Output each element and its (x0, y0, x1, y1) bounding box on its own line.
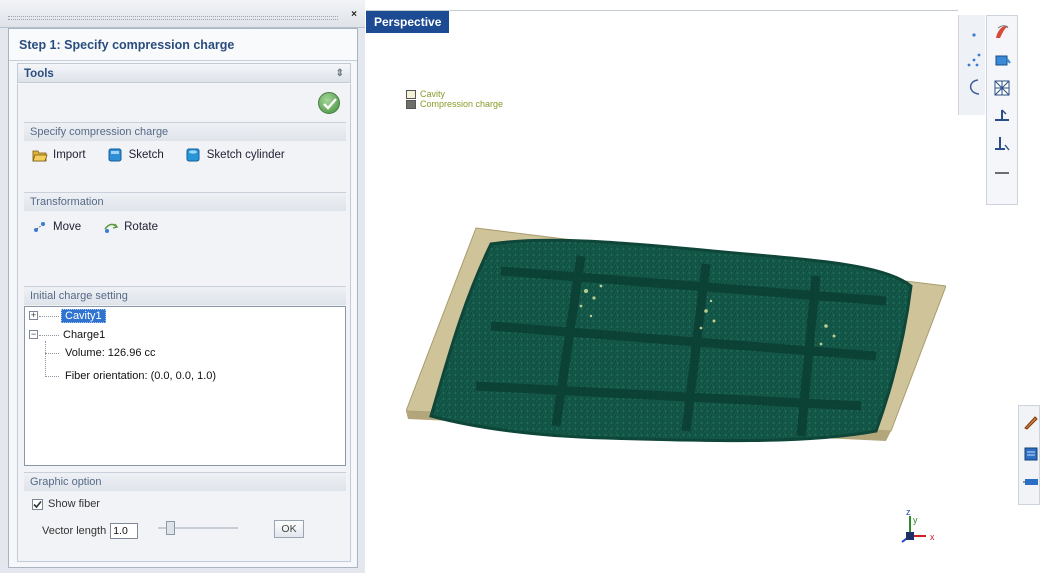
section-specify-header: Specify compression charge (24, 122, 346, 141)
checkmark-icon (323, 98, 337, 110)
rotate-label: Rotate (124, 221, 159, 233)
axis-x-label: x (930, 532, 935, 542)
side-toolbar (1018, 405, 1040, 505)
brush-icon[interactable] (992, 22, 1012, 42)
checkbox-tick-icon (33, 500, 42, 508)
section-graphic-header: Graphic option (24, 472, 346, 491)
section-transformation-header: Transformation (24, 192, 346, 211)
cylinder-icon (186, 148, 202, 162)
ruler-icon[interactable] (1021, 472, 1040, 492)
point-icon[interactable] (964, 25, 984, 45)
charge-tree[interactable]: + Cavity1 − Charge1 Volume: 126.96 cc Fi… (24, 306, 346, 466)
sketch-label: Sketch (128, 149, 164, 161)
tools-toolbar (986, 15, 1018, 205)
rotate-button[interactable]: Rotate (103, 217, 158, 237)
section-initial-header: Initial charge setting (24, 286, 346, 305)
transformation-buttons: Move Rotate (32, 217, 180, 237)
rotate-icon (103, 220, 119, 234)
panel-grip[interactable] (8, 16, 338, 20)
import-label: Import (53, 149, 86, 161)
tools-label: Tools (24, 68, 54, 80)
tree-connector (45, 376, 59, 377)
vector-length-row: Vector length 1.0 (42, 521, 139, 541)
tree-node-cavity-label: Cavity1 (61, 309, 106, 323)
axis-triad: z y x (901, 507, 935, 543)
slider-thumb[interactable] (166, 521, 175, 535)
tree-connector (45, 353, 59, 354)
sketch-cylinder-button[interactable]: Sketch cylinder (186, 145, 285, 165)
legend-item-cavity: Cavity (406, 89, 503, 99)
mesh-icon[interactable] (992, 78, 1012, 98)
tools-header[interactable]: Tools ⇕ (17, 63, 351, 83)
collapse-arrow-icon[interactable]: ⇕ (336, 64, 344, 84)
sketch-box-icon (108, 148, 124, 162)
database-icon[interactable] (1021, 444, 1040, 464)
section-plane-icon[interactable] (992, 106, 1012, 126)
move-button[interactable]: Move (32, 217, 81, 237)
tree-node-fiber: Fiber orientation: (0.0, 0.0, 1.0) (65, 370, 217, 382)
show-fiber-checkbox[interactable] (32, 498, 43, 510)
tree-node-cavity[interactable]: Cavity1 (61, 308, 106, 324)
perspective-tab[interactable]: Perspective (366, 11, 450, 33)
tree-node-charge[interactable]: Charge1 (63, 327, 105, 343)
legend-label-cavity: Cavity (420, 89, 446, 99)
tree-connector (45, 341, 46, 377)
legend-item-charge: Compression charge (406, 99, 503, 109)
axis-y-label: y (913, 515, 918, 525)
import-button[interactable]: Import (32, 145, 86, 165)
legend-swatch-cavity (406, 89, 416, 99)
tools-body: Specify compression charge Import Sketch (17, 84, 351, 562)
panel-title-strip[interactable]: × (0, 0, 365, 28)
specify-buttons: Import Sketch Sketch cylinder (32, 145, 307, 165)
probe-icon[interactable] (992, 134, 1012, 154)
legend-swatch-charge (406, 99, 416, 109)
paint-bucket-icon[interactable] (992, 50, 1012, 70)
step-title: Step 1: Specify compression charge (9, 29, 357, 61)
folder-open-icon (32, 148, 48, 162)
sketch-button[interactable]: Sketch (108, 145, 164, 165)
left-panel: × Step 1: Specify compression charge Too… (0, 0, 365, 573)
vector-length-slider[interactable] (158, 521, 238, 535)
vector-length-input[interactable]: 1.0 (110, 523, 139, 539)
dots-icon[interactable] (964, 51, 984, 71)
ok-button[interactable]: OK (274, 520, 304, 538)
arc-icon[interactable] (964, 77, 984, 97)
sketch-cylinder-label: Sketch cylinder (206, 149, 285, 161)
move-label: Move (53, 221, 82, 233)
charge-model[interactable] (406, 216, 946, 486)
move-icon (32, 220, 48, 234)
axis-z-label: z (906, 507, 911, 517)
tree-connector (39, 335, 59, 336)
vector-length-label: Vector length (42, 525, 107, 537)
show-fiber-row[interactable]: Show fiber (32, 494, 100, 514)
3d-viewport[interactable]: Perspective Cavity Compression charge z … (366, 10, 958, 573)
pencil-icon[interactable] (1021, 412, 1040, 432)
confirm-check-button[interactable] (318, 92, 340, 114)
tree-node-volume: Volume: 126.96 cc (65, 347, 156, 359)
collapse-charge-icon[interactable]: − (29, 330, 38, 339)
expand-cavity-icon[interactable]: + (29, 311, 38, 320)
show-fiber-label: Show fiber (48, 498, 100, 510)
legend-label-charge: Compression charge (420, 99, 504, 109)
view-toolbar (958, 15, 985, 115)
legend: Cavity Compression charge (406, 89, 503, 109)
line-icon[interactable] (992, 162, 1012, 182)
close-icon[interactable]: × (349, 10, 359, 20)
tree-connector (39, 316, 59, 317)
step-frame: Step 1: Specify compression charge Tools… (8, 28, 358, 568)
